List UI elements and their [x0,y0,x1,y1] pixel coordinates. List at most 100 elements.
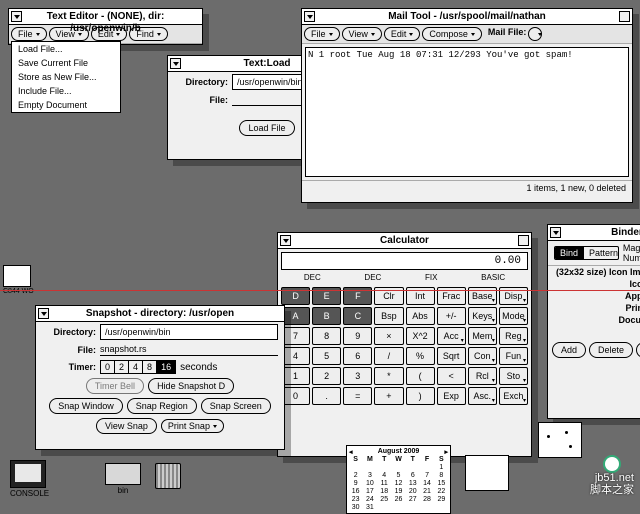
cal-day[interactable]: 7 [420,472,433,479]
calc-key-0[interactable]: 0 [281,387,310,405]
mail-file-dropdown[interactable] [528,27,542,41]
calc-key-a[interactable]: A [281,307,310,325]
calc-key-exch[interactable]: Exch▾ [499,387,528,405]
window-menu-icon[interactable] [304,11,315,22]
bin-folder-icon[interactable]: bin [105,463,141,495]
calc-key-4[interactable]: 4 [281,347,310,365]
calc-key-6[interactable]: 6 [343,347,372,365]
snap-window-button[interactable]: Snap Window [49,398,123,414]
snap-screen-button[interactable]: Snap Screen [201,398,271,414]
calc-key-3[interactable]: 3 [343,367,372,385]
calc-key-[interactable]: * [374,367,403,385]
calc-key-[interactable]: = [343,387,372,405]
mail-menu-file[interactable]: File [304,27,340,41]
hide-snapshot-button[interactable]: Hide Snapshot D [148,378,234,394]
trash-icon[interactable] [155,463,181,490]
calc-key-exp[interactable]: Exp [437,387,466,405]
calc-key-acc[interactable]: Acc▾ [437,327,466,345]
calc-key-keys[interactable]: Keys▾ [468,307,497,325]
cal-day[interactable]: 11 [378,480,391,487]
change-button[interactable]: Change [636,342,640,358]
mail-menu-compose[interactable]: Compose [422,27,482,41]
cal-day[interactable]: 5 [392,472,405,479]
cal-day[interactable] [392,504,405,511]
calc-key-x2[interactable]: X^2 [406,327,435,345]
calc-key-[interactable]: +/- [437,307,466,325]
cal-day[interactable]: 31 [363,504,376,511]
timer-bell-button[interactable]: Timer Bell [86,378,144,394]
text-editor-titlebar[interactable]: Text Editor - (NONE), dir: /usr/openwin/… [9,9,202,25]
cal-day[interactable]: 19 [392,488,405,495]
calc-key-c[interactable]: C [343,307,372,325]
calendar-widget[interactable]: ◂ August 2009 ▸ SMTWTFS12345678910111213… [346,445,451,514]
menu-file[interactable]: File [11,27,47,41]
calc-key-rcl[interactable]: Rcl▾ [468,367,497,385]
cal-day[interactable]: 20 [406,488,419,495]
load-file-button[interactable]: Load File [239,120,294,136]
timer-opt[interactable]: 0 [101,361,115,373]
cal-day[interactable]: 22 [435,488,448,495]
cal-day[interactable]: 30 [349,504,362,511]
calc-key-reg[interactable]: Reg▾ [499,327,528,345]
calc-key-mem[interactable]: Mem▾ [468,327,497,345]
cal-day[interactable] [392,464,405,471]
calc-key-fun[interactable]: Fun▾ [499,347,528,365]
calc-key-9[interactable]: 9 [343,327,372,345]
timer-selector[interactable]: 0 2 4 8 16 [100,360,176,374]
calc-key-1[interactable]: 1 [281,367,310,385]
cal-day[interactable] [378,504,391,511]
print-snap-button[interactable]: Print Snap [161,419,224,433]
mail-menu-edit[interactable]: Edit [384,27,421,41]
window-menu-icon[interactable] [170,58,181,69]
bind-segment[interactable]: Bind Pattern [554,246,619,260]
calc-key-[interactable]: % [406,347,435,365]
iconified-window-1[interactable] [465,455,509,491]
calc-key-[interactable]: ( [406,367,435,385]
menu-item-save-current[interactable]: Save Current File [12,56,120,70]
cal-day[interactable]: 16 [349,488,362,495]
cal-day[interactable]: 8 [435,472,448,479]
cal-day[interactable]: 6 [406,472,419,479]
timer-opt[interactable]: 16 [157,361,175,373]
console-icon[interactable]: CONSOLE [10,460,49,498]
calc-key-[interactable]: ) [406,387,435,405]
snap-dir-field[interactable]: /usr/openwin/bin [100,324,278,340]
calc-key-[interactable]: + [374,387,403,405]
cal-day[interactable]: 1 [435,464,448,471]
cal-day[interactable]: 13 [406,480,419,487]
window-menu-icon[interactable] [38,308,49,319]
snapshot-titlebar[interactable]: Snapshot - directory: /usr/open [36,306,284,322]
mail-row[interactable]: N 1 root Tue Aug 18 07:31 12/293 You've … [308,50,626,60]
timer-opt[interactable]: 4 [129,361,143,373]
cal-day[interactable]: 4 [378,472,391,479]
cal-day[interactable] [349,464,362,471]
mail-titlebar[interactable]: Mail Tool - /usr/spool/mail/nathan [302,9,632,25]
timer-opt[interactable]: 2 [115,361,129,373]
cal-next-icon[interactable]: ▸ [444,448,448,456]
window-menu-icon[interactable] [550,227,561,238]
timer-opt[interactable]: 8 [143,361,157,373]
resize-icon[interactable] [619,11,630,22]
cal-day[interactable]: 2 [349,472,362,479]
calc-key-abs[interactable]: Abs [406,307,435,325]
mail-message-list[interactable]: N 1 root Tue Aug 18 07:31 12/293 You've … [305,47,629,177]
window-menu-icon[interactable] [280,235,291,246]
calc-key-sqrt[interactable]: Sqrt [437,347,466,365]
cal-day[interactable]: 12 [392,480,405,487]
window-menu-icon[interactable] [11,11,22,22]
menu-item-store-new[interactable]: Store as New File... [12,70,120,84]
cal-day[interactable] [406,504,419,511]
cal-day[interactable]: 21 [420,488,433,495]
cal-day[interactable]: 9 [349,480,362,487]
calc-key-[interactable]: < [437,367,466,385]
calc-key-bsp[interactable]: Bsp [374,307,403,325]
binder-titlebar[interactable]: Binder [548,225,640,241]
seg-pattern[interactable]: Pattern [584,247,619,259]
cal-day[interactable] [378,464,391,471]
calc-key-8[interactable]: 8 [312,327,341,345]
cal-day[interactable]: 14 [420,480,433,487]
delete-button[interactable]: Delete [589,342,633,358]
add-button[interactable]: Add [552,342,586,358]
calc-key-[interactable]: / [374,347,403,365]
cal-day[interactable]: 18 [378,488,391,495]
